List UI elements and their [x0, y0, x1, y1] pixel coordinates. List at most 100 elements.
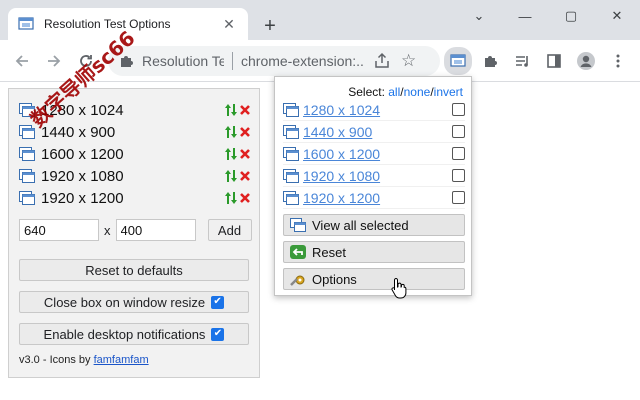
resolution-checkbox[interactable]	[452, 147, 465, 160]
menu-kebab-icon[interactable]	[606, 49, 630, 73]
close-box-label: Close box on window resize	[43, 294, 206, 310]
resolution-checkbox[interactable]	[452, 191, 465, 204]
delete-icon[interactable]	[239, 192, 251, 204]
delete-icon[interactable]	[239, 170, 251, 182]
side-panel-icon[interactable]	[542, 49, 566, 73]
omnibox-divider	[232, 52, 233, 70]
reset-defaults-button[interactable]: Reset to defaults	[19, 259, 249, 281]
resolution-label: 1920 x 1200	[41, 189, 124, 207]
resolution-checkbox[interactable]	[452, 103, 465, 116]
height-input[interactable]	[115, 219, 196, 241]
footer-text: v3.0 - Icons by	[19, 354, 94, 366]
resolution-favicon-icon	[18, 17, 34, 30]
windows-icon	[290, 218, 306, 232]
delete-icon[interactable]	[239, 104, 251, 116]
window-icon	[19, 147, 35, 161]
tab-title: Resolution Test Options	[44, 17, 171, 31]
close-box-option[interactable]: Close box on window resize ✔	[19, 291, 249, 313]
back-arrow-icon[interactable]	[10, 49, 34, 73]
footer: v3.0 - Icons by famfamfam	[19, 354, 149, 366]
list-item: 1920 x 1080	[283, 165, 465, 187]
wrench-gear-icon	[290, 275, 305, 286]
resolution-label: 1440 x 900	[41, 123, 116, 141]
resolution-checkbox[interactable]	[452, 169, 465, 182]
omnibox-url: chrome-extension:...	[241, 53, 365, 69]
resolution-checkbox[interactable]	[452, 125, 465, 138]
custom-size-row: x Add	[19, 219, 252, 241]
window-icon	[19, 191, 35, 205]
options-label: Options	[312, 271, 357, 287]
extensions-puzzle-icon[interactable]	[478, 49, 502, 73]
tab-search-chevron-down-icon[interactable]: ⌄	[456, 0, 502, 32]
window-icon	[19, 125, 35, 139]
delete-icon[interactable]	[239, 126, 251, 138]
address-bar[interactable]: Resolution Te chrome-extension:... ☆	[108, 46, 440, 76]
reset-label: Reset	[312, 244, 346, 260]
famfamfam-link[interactable]: famfamfam	[94, 354, 149, 366]
options-button[interactable]: Options	[283, 268, 465, 290]
profile-avatar-icon[interactable]	[574, 49, 598, 73]
resolution-extension-icon[interactable]	[444, 47, 472, 75]
list-item: 1440 x 900	[19, 121, 251, 143]
move-up-down-icon[interactable]	[225, 169, 237, 183]
new-tab-icon[interactable]: +	[258, 14, 282, 38]
select-row: Select: all/none/invert	[348, 85, 463, 99]
notifications-option[interactable]: Enable desktop notifications ✔	[19, 323, 249, 345]
reload-icon[interactable]	[74, 49, 98, 73]
window-icon	[283, 190, 299, 205]
select-none-link[interactable]: none	[404, 85, 431, 99]
resolution-label: 1600 x 1200	[41, 145, 124, 163]
view-all-selected-button[interactable]: View all selected	[283, 214, 465, 236]
resolution-link[interactable]: 1920 x 1080	[303, 168, 452, 184]
add-button[interactable]: Add	[207, 219, 252, 241]
resolution-link[interactable]: 1440 x 900	[303, 124, 452, 140]
forward-arrow-icon[interactable]	[42, 49, 66, 73]
share-icon[interactable]	[373, 52, 391, 70]
bookmark-star-icon[interactable]: ☆	[401, 51, 416, 71]
window-icon	[19, 169, 35, 183]
select-label: Select:	[348, 85, 385, 99]
extension-popup: Select: all/none/invert 1280 x 1024 1440…	[274, 76, 472, 296]
resolution-link[interactable]: 1920 x 1200	[303, 190, 452, 206]
tab-active[interactable]: Resolution Test Options ✕	[8, 8, 248, 40]
maximize-icon[interactable]: ▢	[548, 0, 594, 32]
window-controls: ⌄ — ▢ ✕	[456, 0, 640, 32]
move-up-down-icon[interactable]	[225, 103, 237, 117]
tab-strip: Resolution Test Options ✕ + ⌄ — ▢ ✕	[0, 0, 640, 40]
select-all-link[interactable]: all	[388, 85, 400, 99]
list-item: 1280 x 1024	[19, 99, 251, 121]
hand-cursor-icon	[391, 277, 407, 299]
window-icon	[283, 102, 299, 117]
window-icon	[283, 168, 299, 183]
options-panel: 1280 x 1024 1440 x 900 1600 x 1200 1920 …	[8, 26, 260, 378]
view-all-label: View all selected	[312, 217, 409, 233]
list-item: 1280 x 1024	[283, 99, 465, 121]
move-up-down-icon[interactable]	[225, 125, 237, 139]
width-input[interactable]	[19, 219, 99, 241]
list-item: 1920 x 1200	[19, 187, 251, 209]
delete-icon[interactable]	[239, 148, 251, 160]
minimize-icon[interactable]: —	[502, 0, 548, 32]
popup-resolution-list: 1280 x 1024 1440 x 900 1600 x 1200 1920 …	[283, 99, 465, 209]
move-up-down-icon[interactable]	[225, 147, 237, 161]
window-close-icon[interactable]: ✕	[594, 0, 640, 32]
list-item: 1920 x 1200	[283, 187, 465, 209]
notifications-checkbox[interactable]: ✔	[211, 327, 225, 341]
undo-arrow-icon	[290, 245, 306, 259]
close-box-checkbox[interactable]: ✔	[211, 295, 225, 309]
omnibox-site-name: Resolution Te	[142, 53, 224, 69]
window-icon	[283, 124, 299, 139]
reset-button[interactable]: Reset	[283, 241, 465, 263]
reading-list-icon[interactable]	[510, 49, 534, 73]
resolution-link[interactable]: 1280 x 1024	[303, 102, 452, 118]
puzzle-icon	[121, 56, 133, 67]
move-up-down-icon[interactable]	[225, 191, 237, 205]
resolution-label: 1280 x 1024	[41, 101, 124, 119]
close-icon[interactable]: ✕	[220, 15, 238, 33]
select-invert-link[interactable]: invert	[434, 85, 463, 99]
resolution-label: 1920 x 1080	[41, 167, 124, 185]
resolution-list: 1280 x 1024 1440 x 900 1600 x 1200 1920 …	[19, 99, 251, 209]
size-separator: x	[104, 222, 111, 238]
list-item: 1600 x 1200	[283, 143, 465, 165]
resolution-link[interactable]: 1600 x 1200	[303, 146, 452, 162]
